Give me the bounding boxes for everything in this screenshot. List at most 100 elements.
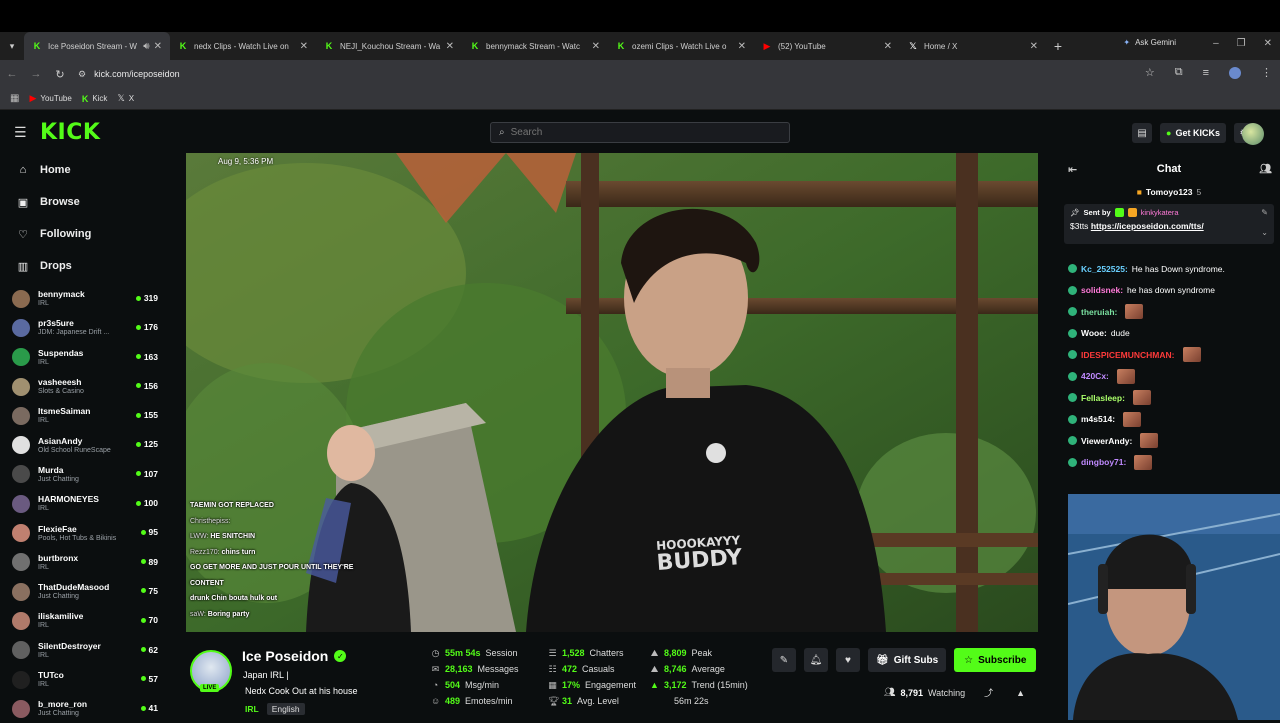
tab-search-icon[interactable]: ▾ — [0, 32, 24, 60]
sidebar-channel[interactable]: ItsmeSaiman IRL 155 — [0, 401, 170, 430]
viewer-count: 41 — [140, 703, 158, 713]
notify-button[interactable]: 🔔︎ — [804, 648, 828, 672]
chat-username[interactable]: theruiah: — [1081, 305, 1117, 319]
chat-username[interactable]: Kc_252525: — [1081, 262, 1128, 276]
forward-icon[interactable]: → — [24, 68, 48, 80]
dashboard-icon[interactable]: ▤ — [1132, 123, 1153, 143]
unpin-icon[interactable]: ✎ — [1261, 208, 1268, 217]
chat-username[interactable]: dingboy71: — [1081, 455, 1126, 469]
kicks-coin-icon: ● — [1166, 128, 1172, 138]
close-tab-icon[interactable]: ✕ — [592, 41, 600, 52]
sidebar-channel[interactable]: Murda Just Chatting 107 — [0, 460, 170, 489]
watching-count: 👥︎ 8,791 Watching ⤴ ▲ — [884, 686, 1026, 699]
audio-icon[interactable]: 🔊︎ — [143, 41, 149, 52]
close-tab-icon[interactable]: ✕ — [154, 41, 162, 52]
browser-tab[interactable]: Kbennymack Stream - Watc ✕ — [462, 32, 608, 60]
sidebar-channel[interactable]: iliskamilive IRL 70 — [0, 606, 170, 635]
tts-link[interactable]: https://iceposeidon.com/tts/ — [1091, 221, 1204, 231]
bookmark-kick[interactable]: K Kick — [82, 94, 108, 104]
browser-tab[interactable]: K NEJI_Kouchou Stream - Wa ✕ — [316, 32, 462, 60]
sidebar-channel[interactable]: Suspendas IRL 163 — [0, 343, 170, 372]
close-window-icon[interactable]: ✕ — [1264, 38, 1272, 49]
sidebar-channel[interactable]: bennymack IRL 319 — [0, 284, 170, 313]
sidebar-channel[interactable]: burtbronx IRL 89 — [0, 548, 170, 577]
chat-users-icon[interactable]: 👥︎ — [1259, 164, 1272, 175]
share-icon[interactable]: ⤴ — [984, 686, 993, 699]
media-icon[interactable]: ≡ — [1203, 67, 1209, 79]
extensions-icon[interactable]: ⧉ — [1175, 66, 1183, 79]
collapse-chat-icon[interactable]: ⇤ — [1068, 163, 1077, 176]
close-tab-icon[interactable]: ✕ — [446, 41, 454, 52]
sidebar-channel[interactable]: AsianAndy Old School RuneScape 125 — [0, 430, 170, 459]
language-tag[interactable]: English — [266, 703, 305, 715]
get-kicks-button[interactable]: ● Get KICKs — [1160, 123, 1226, 143]
chat-username[interactable]: solidsnek: — [1081, 283, 1123, 297]
reload-icon[interactable]: ↻ — [48, 68, 72, 81]
browser-tab[interactable]: 𝕏 Home / X ✕ — [900, 32, 1046, 60]
chat-username[interactable]: Wooe: — [1081, 326, 1107, 340]
sidebar-channel[interactable]: SilentDestroyer IRL 62 — [0, 636, 170, 665]
chat-username[interactable]: 420Cx: — [1081, 369, 1109, 383]
bookmark-youtube[interactable]: ▶ YouTube — [29, 93, 71, 104]
close-tab-icon[interactable]: ✕ — [884, 41, 892, 52]
chat-username[interactable]: Fellasleep: — [1081, 391, 1125, 405]
apps-grid-icon[interactable]: ▦ — [10, 93, 19, 104]
chat-username[interactable]: m4s514: — [1081, 412, 1115, 426]
sidebar-channel[interactable]: b_more_ron Just Chatting 41 — [0, 694, 170, 723]
bookmark-star-icon[interactable]: ☆ — [1145, 66, 1155, 79]
sidebar-nav-drops[interactable]: ▥ Drops — [0, 250, 170, 282]
drops-icon: ▥ — [17, 260, 29, 273]
channel-avatar — [12, 289, 30, 308]
sidebar-channel[interactable]: pr3s5ure JDM: Japanese Drift ... 176 — [0, 313, 170, 342]
emote-icon — [1125, 304, 1144, 320]
emote-icon — [1116, 368, 1135, 384]
video-player[interactable]: Aug 9, 5:36 PM HOOOKAYYY BUDDY TAEMIN GO… — [186, 153, 1038, 632]
streamer-name[interactable]: Ice Poseidon — [242, 648, 328, 664]
sidebar-channel[interactable]: HARMONEYES IRL 100 — [0, 489, 170, 518]
sidebar-nav-browse[interactable]: ▣ Browse — [0, 186, 170, 218]
url-field[interactable]: ⚙ kick.com/iceposeidon — [78, 69, 180, 80]
chat-username[interactable]: ViewerAndy: — [1081, 434, 1132, 448]
minimize-icon[interactable]: – — [1213, 38, 1219, 49]
gift-subs-button[interactable]: 🎁︎ Gift Subs — [868, 648, 947, 672]
user-avatar[interactable] — [1242, 123, 1264, 145]
ask-gemini-button[interactable]: ✦ Ask Gemini — [1123, 38, 1176, 47]
bookmark-x[interactable]: 𝕏X — [117, 93, 134, 104]
profile-icon[interactable] — [1229, 66, 1241, 79]
sidebar-channel[interactable]: vasheeesh Slots & Casino 156 — [0, 372, 170, 401]
subscribe-button[interactable]: ☆ Subscribe — [954, 648, 1037, 672]
more-menu-icon[interactable]: ⋮ — [1261, 66, 1272, 79]
badge-icon — [1114, 208, 1124, 217]
sidebar-channel[interactable]: ThatDudeMasood Just Chatting 75 — [0, 577, 170, 606]
search-box[interactable]: ⌕ — [490, 122, 790, 143]
expand-pinned-icon[interactable]: ⌄ — [1261, 228, 1268, 237]
pin-button[interactable]: ✎ — [772, 648, 796, 672]
browser-tab[interactable]: Kozemi Clips - Watch Live o ✕ — [608, 32, 754, 60]
browser-tab[interactable]: K Ice Poseidon Stream - W 🔊︎ ✕ — [24, 32, 170, 60]
category-tag[interactable]: IRL — [243, 703, 261, 715]
close-tab-icon[interactable]: ✕ — [300, 41, 308, 52]
sidebar-nav-following[interactable]: ♡ Following — [0, 218, 170, 250]
site-info-icon[interactable]: ⚙ — [78, 69, 86, 80]
kick-logo[interactable]: KICK — [40, 120, 100, 145]
back-icon[interactable]: ← — [0, 68, 24, 80]
new-tab-button[interactable]: + — [1046, 32, 1070, 60]
sidebar-channel[interactable]: TUTco IRL 57 — [0, 665, 170, 694]
hamburger-menu-icon[interactable]: ☰ — [14, 124, 27, 141]
follow-button[interactable]: ♥ — [836, 648, 860, 672]
stat-casuals: ☷ 472 Casuals — [548, 663, 615, 675]
browser-tab[interactable]: Knedx Clips - Watch Live on ✕ — [170, 32, 316, 60]
chat-username[interactable]: IDESPICEMUNCHMAN: — [1081, 348, 1175, 362]
chat-pinned-user: ■ Tomoyo123 5 — [1136, 187, 1202, 197]
browser-tab[interactable]: ▶ (52) YouTube ✕ — [754, 32, 900, 60]
search-input[interactable] — [510, 127, 771, 138]
maximize-icon[interactable]: ❐ — [1237, 38, 1246, 49]
sidebar-nav-home[interactable]: ⌂ Home — [0, 154, 170, 186]
report-icon[interactable]: ▲ — [1016, 688, 1025, 698]
stat-msg-min: ◔ 504 Msg/min — [432, 680, 500, 690]
viewer-count: 100 — [135, 498, 158, 508]
sidebar-channel[interactable]: FlexieFae Pools, Hot Tubs & Bikinis 95 — [0, 518, 170, 547]
close-tab-icon[interactable]: ✕ — [1030, 41, 1038, 52]
close-tab-icon[interactable]: ✕ — [738, 41, 746, 52]
overlay-chat-line: CONTENT — [190, 579, 224, 587]
